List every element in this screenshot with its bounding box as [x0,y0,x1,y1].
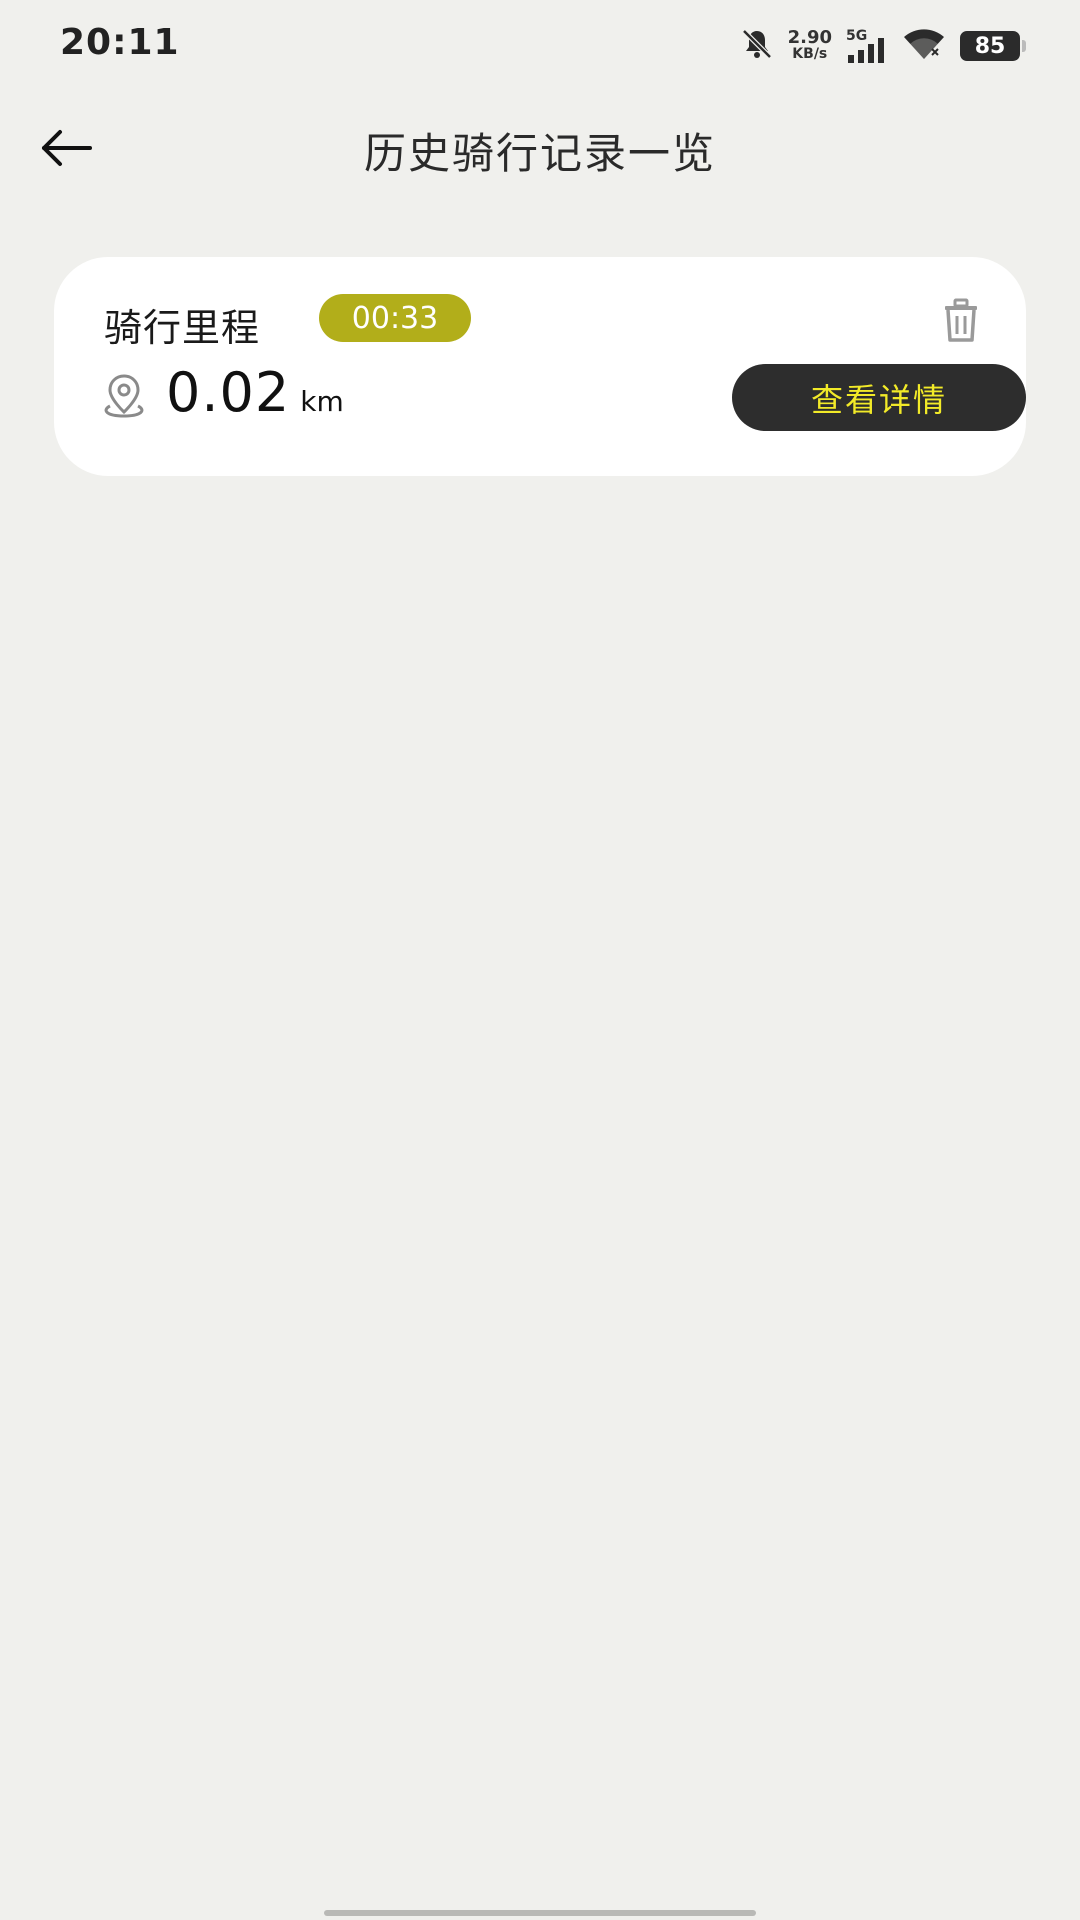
distance-row: 0.02 km [100,361,344,431]
record-card: 骑行里程 00:33 0.02 km 查看详情 [54,257,1026,476]
page-title: 历史骑行记录一览 [363,129,716,178]
duration-badge: 00:33 [319,294,471,342]
location-pin-icon [104,374,144,418]
header: 历史骑行记录一览 [0,92,1080,202]
status-bar: 20:11 2.90 KB/s 5G 85 [0,0,1080,92]
signal-indicator: 5G [846,28,888,64]
battery-level: 85 [974,33,1006,59]
wifi-icon [902,27,946,65]
trash-icon [945,298,977,342]
status-time: 20:11 [60,22,180,63]
view-details-button[interactable]: 查看详情 [732,364,1026,431]
distance-unit: km [300,385,344,418]
net-speed-value: 2.90 [787,27,832,48]
net-speed-unit: KB/s [792,46,828,62]
battery-icon: 85 [960,31,1026,61]
bell-muted-icon [740,27,774,65]
record-title: 骑行里程 [104,306,261,350]
distance-value: 0.02 [166,361,291,424]
status-icons: 2.90 KB/s 5G 85 [740,26,1026,66]
delete-button[interactable] [934,293,988,347]
home-indicator[interactable] [324,1910,756,1916]
signal-icon [848,38,884,63]
net-speed: 2.90 KB/s [787,27,832,63]
